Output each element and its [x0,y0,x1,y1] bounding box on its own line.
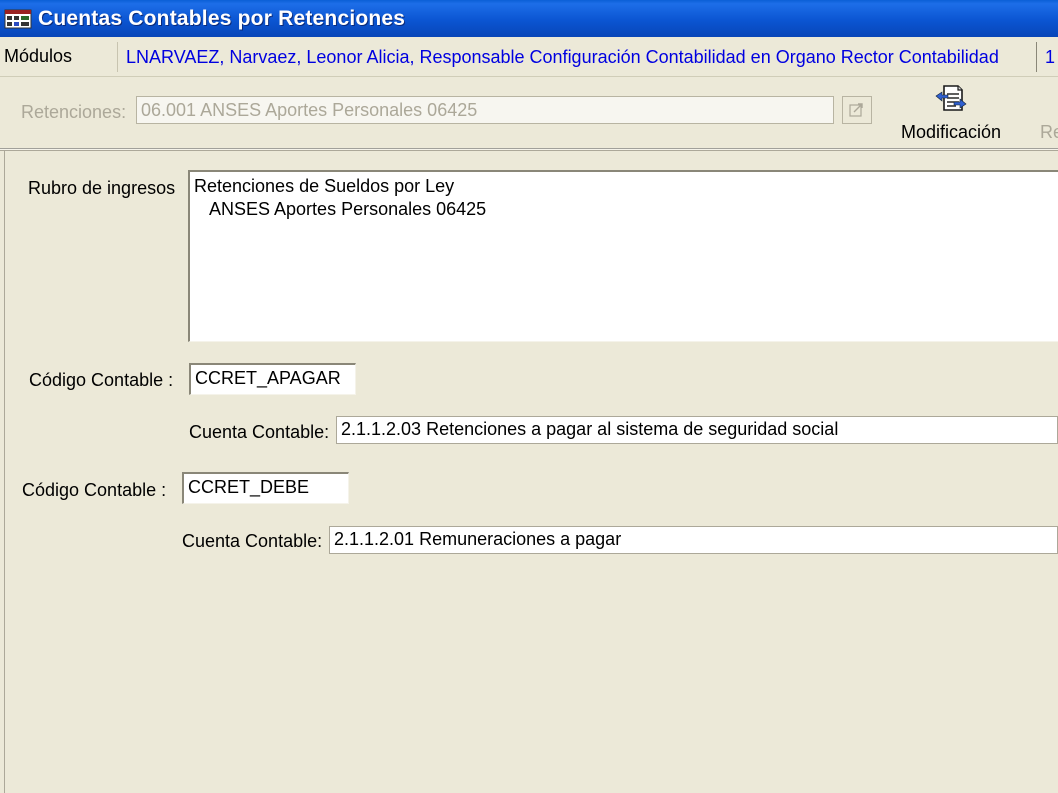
toolbar: Retenciones: 06.001 ANSES Aportes Person… [0,78,1058,150]
menu-extra-info: 1 [1045,47,1056,67]
codigo-contable-label: Código Contable : [29,370,174,390]
codigo-contable-label: Código Contable : [22,480,167,500]
modificacion-button[interactable]: Modificación [896,82,1006,144]
window-title: Cuentas Contables por Retenciones [38,6,406,30]
rubro-label: Rubro de ingresos [28,178,176,198]
retenciones-lookup-button[interactable] [842,96,872,124]
next-toolbar-button[interactable]: Re [1040,122,1058,143]
modificacion-label: Modificación [900,122,1002,142]
codigo-contable-field[interactable]: CCRET_DEBE [182,472,349,504]
retenciones-field[interactable]: 06.001 ANSES Aportes Personales 06425 [136,96,834,124]
retenciones-label: Retenciones: [21,102,127,122]
cuenta-contable-label: Cuenta Contable: [189,422,330,442]
codigo-contable-field[interactable]: CCRET_APAGAR [189,363,356,395]
rubro-line: Retenciones de Sueldos por Ley [194,176,455,196]
menu-bar: Módulos LNARVAEZ, Narvaez, Leonor Alicia… [0,38,1058,77]
app-icon [4,9,32,28]
lookup-arrow-icon [849,103,863,117]
menu-modulos[interactable]: Módulos [4,46,72,67]
frame-border [4,150,5,793]
title-bar[interactable]: Cuentas Contables por Retenciones [0,0,1058,37]
cuenta-contable-field[interactable]: 2.1.1.2.01 Remuneraciones a pagar [329,526,1058,554]
rubro-textarea[interactable]: Retenciones de Sueldos por Ley ANSES Apo… [188,170,1058,342]
menu-separator [117,42,118,72]
menu-separator [1036,42,1037,72]
main-window: Cuentas Contables por Retenciones Módulo… [0,0,1058,793]
document-edit-icon [935,85,967,111]
rubro-line: ANSES Aportes Personales 06425 [209,199,487,219]
cuenta-contable-label: Cuenta Contable: [182,531,323,551]
user-info: LNARVAEZ, Narvaez, Leonor Alicia, Respon… [126,47,999,67]
cuenta-contable-field[interactable]: 2.1.1.2.03 Retenciones a pagar al sistem… [336,416,1058,444]
